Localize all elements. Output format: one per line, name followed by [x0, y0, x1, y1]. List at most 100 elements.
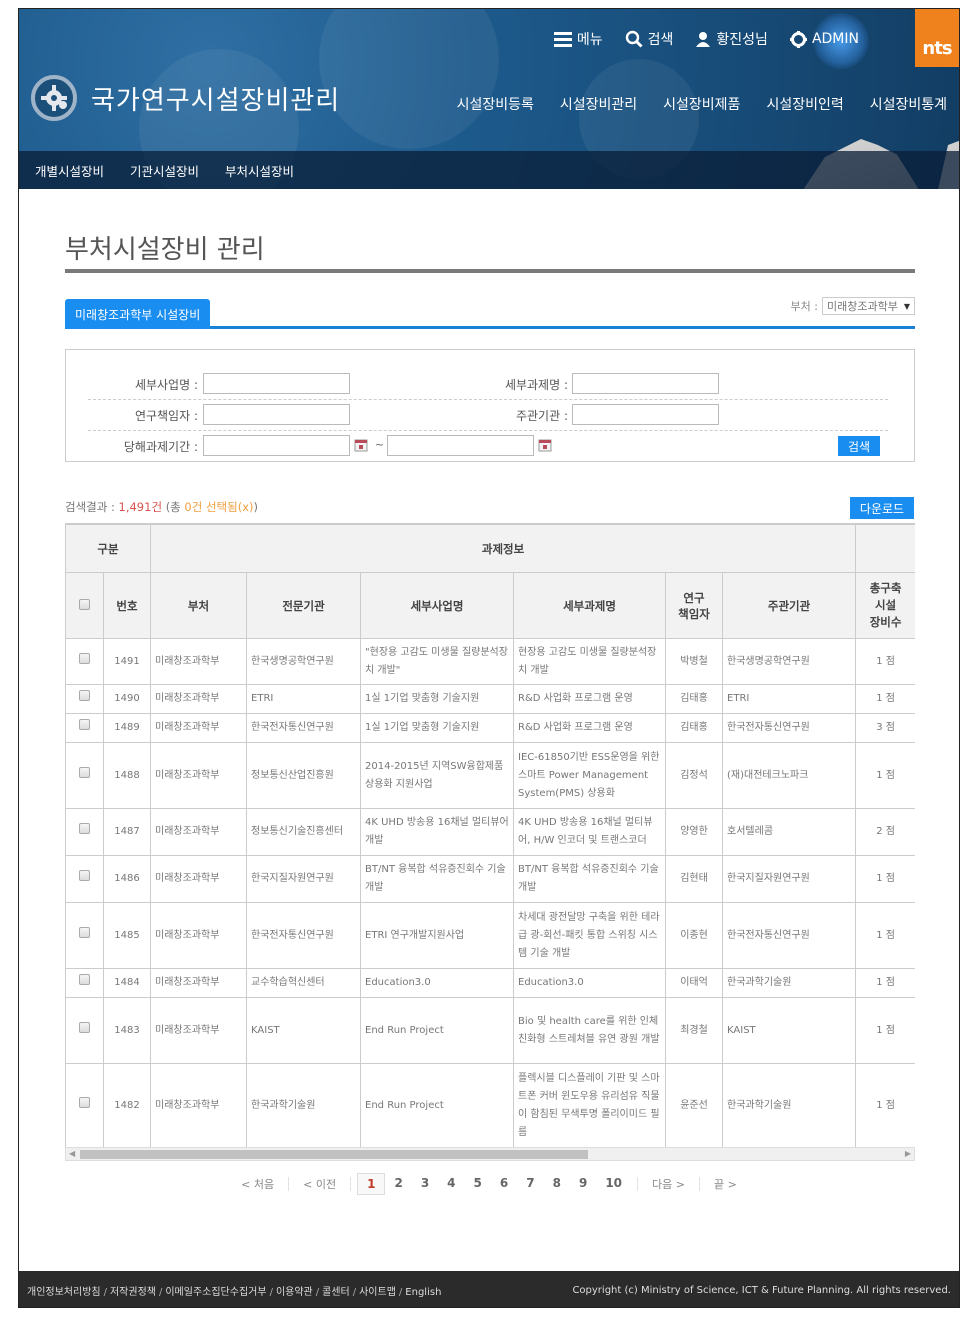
select-all-checkbox[interactable]	[79, 598, 90, 610]
search-button[interactable]: 검색	[838, 436, 880, 456]
cell-equipment-count: 2 점	[855, 808, 915, 856]
table-row[interactable]: 1484 미래창조과학부 교수학습혁신센터 Education3.0 Education…	[65, 968, 915, 998]
row-checkbox[interactable]	[79, 1096, 90, 1108]
page-link[interactable]: 9	[570, 1173, 596, 1195]
col-header-host-org[interactable]: 주관기관	[722, 572, 857, 639]
footer-link[interactable]: 이메일주소집단수집거부	[165, 1287, 266, 1298]
row-checkbox[interactable]	[79, 926, 90, 938]
footer-link[interactable]: 개인정보처리방침	[27, 1287, 101, 1298]
page-link[interactable]: 8	[544, 1173, 570, 1195]
table-row[interactable]: 1490 미래창조과학부 ETRI 1실 1기업 맞춤형 기술지원 R&D 사업화 프로…	[65, 684, 915, 714]
row-checkbox[interactable]	[79, 652, 90, 664]
footer-separator: /	[103, 1286, 107, 1298]
table-row[interactable]: 1483 미래창조과학부 KAIST End Run Project Bio 및 hea…	[65, 997, 915, 1064]
cell-host-org: 호서텔레콤	[722, 808, 857, 856]
page-link[interactable]: 1	[357, 1173, 386, 1195]
page-link[interactable]: 2	[385, 1173, 411, 1195]
calendar-icon[interactable]	[354, 437, 368, 452]
dept-select[interactable]: 미래창조과학부 ▼	[822, 297, 915, 315]
cell-number: 1491	[102, 638, 152, 685]
table-row[interactable]: 1485 미래창조과학부 한국전자통신연구원 ETRI 연구개발지원사업 차세대 광전달…	[65, 902, 915, 969]
subproject-name-input[interactable]	[203, 373, 350, 394]
page-link[interactable]: 3	[412, 1173, 438, 1195]
main-nav-item-equipment-registration[interactable]: 시설장비등록	[457, 94, 534, 114]
cell-subproject: End Run Project	[360, 1063, 515, 1148]
cell-researcher: 최경철	[665, 997, 724, 1064]
footer-separator: /	[315, 1286, 320, 1298]
page-link[interactable]: 5	[465, 1173, 491, 1195]
table-row[interactable]: 1489 미래창조과학부 한국전자통신연구원 1실 1기업 맞춤형 기술지원 R&D 사…	[65, 713, 915, 743]
selected-count[interactable]: 0건 선택됨(x)	[184, 500, 253, 514]
cell-number: 1489	[102, 713, 152, 743]
period-start-input[interactable]	[203, 435, 350, 456]
horizontal-scrollbar[interactable]: ◀ ▶	[65, 1147, 915, 1161]
subtask-name-input[interactable]	[572, 373, 719, 394]
page-link[interactable]: 4	[438, 1173, 464, 1195]
agency-logo[interactable]: nts	[915, 9, 959, 67]
row-checkbox[interactable]	[79, 974, 90, 985]
tab-ministry-equipment[interactable]: 미래창조과학부 시설장비	[65, 299, 211, 329]
col-header-number[interactable]: 번호	[102, 572, 152, 639]
page-link[interactable]: 7	[517, 1173, 543, 1195]
table-row[interactable]: 1487 미래창조과학부 정보통신기술진흥센터 4K UHD 방송용 16채널 멀티뷰…	[65, 808, 915, 856]
main-nav-item-equipment-statistics[interactable]: 시설장비통계	[870, 94, 947, 114]
cell-subproject: End Run Project	[360, 997, 515, 1064]
download-button[interactable]: 다운로드	[850, 497, 914, 519]
table-header-row: 번호 부처 전문기관 세부사업명 세부과제명 연구 책임자 주관기관 총구축 시…	[65, 572, 915, 639]
footer-link[interactable]: 이용약관	[276, 1287, 313, 1298]
sub-nav-item-institution[interactable]: 기관시설장비	[130, 161, 199, 180]
cell-subproject: BT/NT 융복합 석유증진회수 기술 개발	[360, 855, 515, 903]
scrollbar-thumb[interactable]	[80, 1150, 588, 1159]
row-checkbox-cell	[65, 638, 104, 685]
table-row[interactable]: 1482 미래창조과학부 한국과학기술원 End Run Project 플렉시블 디스…	[65, 1063, 915, 1148]
user-profile-link[interactable]: 황진성님	[695, 29, 768, 49]
period-separator: ~	[375, 438, 385, 451]
sub-nav-item-individual[interactable]: 개별시설장비	[35, 161, 104, 180]
page-link[interactable]: 6	[491, 1173, 517, 1195]
row-checkbox[interactable]	[79, 766, 90, 778]
table-row[interactable]: 1486 미래창조과학부 한국지질자원연구원 BT/NT 융복합 석유증진회수 기술 …	[65, 855, 915, 903]
cell-subproject: 4K UHD 방송용 16채널 멀티뷰어 개발	[360, 808, 515, 856]
table-row[interactable]: 1491 미래창조과학부 한국생명공학연구원 "현장용 고감도 미생물 질량분석장치 …	[65, 638, 915, 685]
row-checkbox[interactable]	[79, 719, 90, 730]
col-header-researcher[interactable]: 연구 책임자	[665, 572, 724, 639]
menu-button[interactable]: 메뉴	[553, 29, 603, 49]
col-header-subtask[interactable]: 세부과제명	[513, 572, 667, 639]
prev-page-link[interactable]: < 이전	[295, 1173, 344, 1195]
search-toggle-button[interactable]: 검색	[625, 29, 673, 49]
last-page-link[interactable]: 끝 >	[706, 1173, 745, 1195]
cell-researcher: 이태억	[665, 968, 724, 998]
row-checkbox[interactable]	[79, 690, 90, 701]
col-header-equipment-count[interactable]: 총구축 시설 장비수	[855, 572, 915, 639]
table-row[interactable]: 1488 미래창조과학부 정보통신산업진흥원 2014-2015년 지역SW융합제품 …	[65, 742, 915, 809]
footer-link[interactable]: 콜센터	[322, 1287, 350, 1298]
main-nav-item-equipment-products[interactable]: 시설장비제품	[663, 94, 740, 114]
main-nav-item-equipment-personnel[interactable]: 시설장비인력	[766, 94, 843, 114]
row-checkbox[interactable]	[79, 1021, 90, 1033]
page-link[interactable]: 10	[596, 1173, 631, 1195]
period-end-input[interactable]	[387, 435, 534, 456]
scroll-right-arrow-icon[interactable]: ▶	[905, 1149, 911, 1158]
main-nav-item-equipment-management[interactable]: 시설장비관리	[560, 94, 637, 114]
row-checkbox[interactable]	[79, 823, 90, 834]
footer-link[interactable]: English	[405, 1287, 441, 1298]
next-page-link[interactable]: 다음 >	[644, 1173, 693, 1195]
host-org-input[interactable]	[572, 404, 719, 425]
footer-separator: /	[158, 1286, 163, 1298]
search-form: 세부사업명 : 세부과제명 : 연구책임자 : 주관기관 : 당해과제기간 : …	[65, 349, 915, 462]
col-header-subproject[interactable]: 세부사업명	[360, 572, 515, 639]
admin-link[interactable]: ADMIN	[789, 30, 859, 48]
col-header-agency[interactable]: 전문기관	[246, 572, 362, 639]
site-brand[interactable]: 국가연구시설장비관리	[31, 75, 340, 121]
footer-link[interactable]: 저작권정책	[110, 1287, 156, 1298]
col-header-ministry[interactable]: 부처	[150, 572, 248, 639]
footer-link[interactable]: 사이트맵	[359, 1287, 396, 1298]
researcher-input[interactable]	[203, 404, 350, 425]
first-page-link[interactable]: < 처음	[233, 1173, 282, 1195]
sub-nav-item-ministry[interactable]: 부처시설장비	[225, 161, 294, 180]
row-checkbox[interactable]	[79, 870, 90, 881]
scroll-left-arrow-icon[interactable]: ◀	[69, 1149, 75, 1158]
footer-separator: /	[269, 1286, 273, 1298]
calendar-icon[interactable]	[538, 437, 552, 452]
cell-subtask: Education3.0	[513, 968, 667, 998]
